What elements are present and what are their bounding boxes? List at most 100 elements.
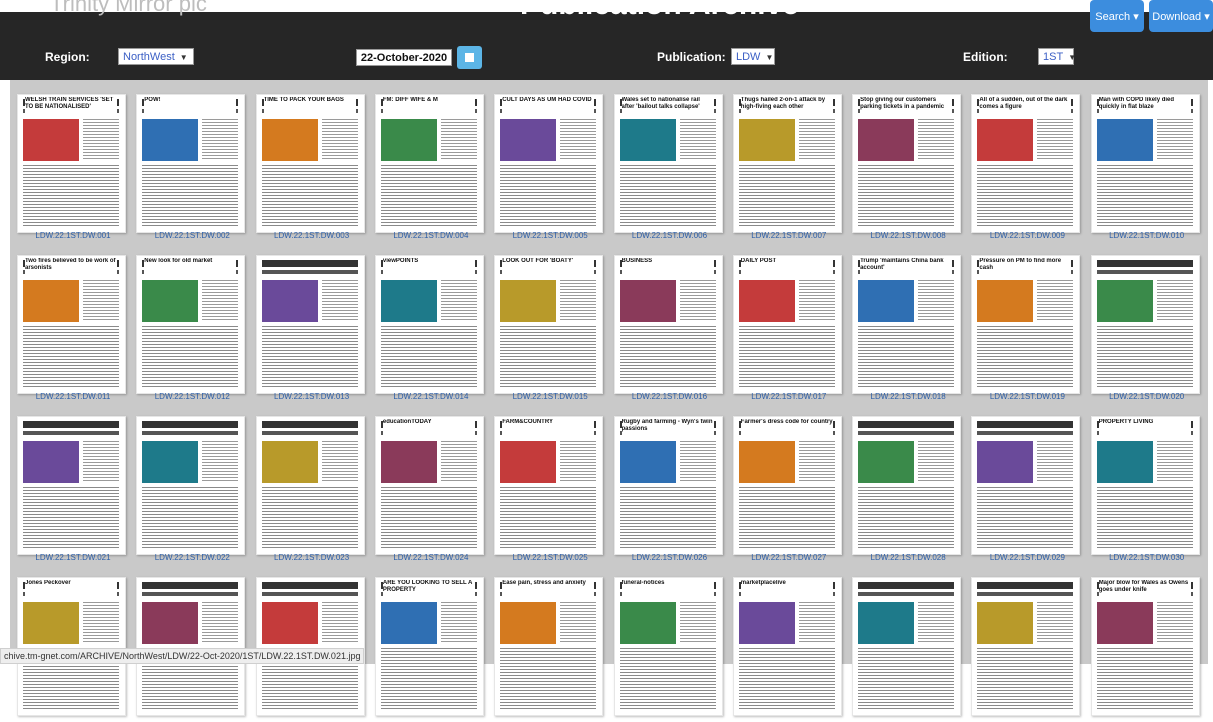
page-thumbnail-label[interactable]: LDW.22.1ST.DW.013 [256,392,368,401]
page-thumbnail-image[interactable] [255,577,365,716]
page-thumbnail[interactable]: CULT DAYS AS UM HAD COVID LDW.22.1ST.DW.0… [494,94,606,240]
page-thumbnail[interactable]: Farmer's dress code for country LDW.22.1S… [732,416,845,562]
page-thumbnail-image[interactable] [1090,255,1200,394]
page-thumbnail-label[interactable]: LDW.22.1ST.DW.024 [375,553,487,562]
page-thumbnail-image[interactable]: Jones Peckover [17,577,126,716]
page-thumbnail-label[interactable]: LDW.22.1ST.DW.007 [733,231,845,240]
page-thumbnail-image[interactable]: TIME TO PACK YOUR BAGS [255,94,365,233]
publication-select[interactable]: LDW ▼ [731,48,775,65]
page-thumbnail-image[interactable]: funeral-notices [613,577,723,716]
page-thumbnail-label[interactable]: LDW.22.1ST.DW.028 [852,553,964,562]
region-select[interactable]: NorthWest ▼ [118,48,194,65]
page-thumbnail-label[interactable]: LDW.22.1ST.DW.019 [971,392,1083,401]
page-thumbnail[interactable]: FARM&COUNTRY LDW.22.1ST.DW.025 [494,416,606,562]
page-thumbnail[interactable]: Wales set to nationalise rail after 'bai… [613,94,726,240]
search-button[interactable]: Search ▾ [1090,0,1144,32]
page-thumbnail-image[interactable]: educationTODAY [374,416,484,555]
page-thumbnail[interactable]: marketplacelive [732,577,845,722]
page-thumbnail-label[interactable]: LDW.22.1ST.DW.026 [614,553,726,562]
page-thumbnail-image[interactable]: Stop giving our customers parking ticket… [852,94,962,233]
page-thumbnail-image[interactable]: ARE YOU LOOKING TO SELL A PROPERTY [374,577,484,716]
page-thumbnail-image[interactable] [971,577,1081,716]
page-thumbnail[interactable]: Rugby and farming - Wyn's twin passions L… [613,416,726,562]
edition-select[interactable]: 1ST ▼ [1038,48,1076,65]
page-thumbnail-image[interactable]: Two fires believed to be work of arsonis… [17,255,126,394]
page-thumbnail-label[interactable]: LDW.22.1ST.DW.009 [971,231,1083,240]
page-thumbnail[interactable]: Trump 'maintains China bank account' LDW.… [852,255,964,401]
page-thumbnail[interactable]: funeral-notices [613,577,726,722]
page-thumbnail-label[interactable]: LDW.22.1ST.DW.010 [1091,231,1203,240]
page-thumbnail-image[interactable]: Pressure on PM to find more cash [971,255,1081,394]
page-thumbnail-label[interactable]: LDW.22.1ST.DW.006 [614,231,726,240]
page-thumbnail-image[interactable] [255,416,365,555]
page-thumbnail-image[interactable]: All of a sudden, out of the dark comes a… [971,94,1081,233]
page-thumbnail-label[interactable]: LDW.22.1ST.DW.002 [136,231,248,240]
page-thumbnail[interactable]: FM: DIFF WIFE & M LDW.22.1ST.DW.004 [374,94,487,240]
page-thumbnail-label[interactable]: LDW.22.1ST.DW.022 [136,553,248,562]
page-thumbnail-label[interactable]: LDW.22.1ST.DW.030 [1091,553,1203,562]
page-thumbnail-image[interactable]: PROPERTY LIVING [1090,416,1200,555]
page-thumbnail-image[interactable]: BUSINESS [613,255,723,394]
page-thumbnail-image[interactable] [17,416,126,555]
page-thumbnail-image[interactable] [971,416,1081,555]
page-thumbnail-image[interactable] [136,577,246,716]
page-thumbnail[interactable]: LDW.22.1ST.DW.028 [852,416,964,562]
page-thumbnail-image[interactable]: New look for old market [136,255,246,394]
page-thumbnail-image[interactable]: Farmer's dress code for country [732,416,842,555]
page-thumbnail[interactable]: Thugs hailed 2-on-1 attack by high-fivin… [732,94,845,240]
page-thumbnail[interactable]: Major blow for Wales as Owens goes under… [1090,577,1203,722]
page-thumbnail[interactable]: LDW.22.1ST.DW.022 [136,416,248,562]
page-thumbnail[interactable]: educationTODAY LDW.22.1ST.DW.024 [374,416,487,562]
page-thumbnail-image[interactable]: Rugby and farming - Wyn's twin passions [613,416,723,555]
page-thumbnail-image[interactable]: Man with COPD likely died quickly in fla… [1090,94,1200,233]
page-thumbnail-image[interactable]: Major blow for Wales as Owens goes under… [1090,577,1200,716]
page-thumbnail-image[interactable]: Ease pain, stress and anxiety [494,577,604,716]
page-thumbnail-image[interactable]: Trump 'maintains China bank account' [852,255,962,394]
page-thumbnail-label[interactable]: LDW.22.1ST.DW.014 [375,392,487,401]
page-thumbnail[interactable]: ARE YOU LOOKING TO SELL A PROPERTY [374,577,487,722]
page-thumbnail[interactable] [971,577,1083,722]
page-thumbnail[interactable]: viewPOINTS LDW.22.1ST.DW.014 [374,255,487,401]
page-thumbnail[interactable]: POW! LDW.22.1ST.DW.002 [136,94,248,240]
page-thumbnail[interactable]: All of a sudden, out of the dark comes a… [971,94,1083,240]
page-thumbnail[interactable]: LDW.22.1ST.DW.029 [971,416,1083,562]
download-button[interactable]: Download ▾ [1149,0,1213,32]
page-thumbnail-label[interactable]: LDW.22.1ST.DW.008 [852,231,964,240]
page-thumbnail[interactable]: DAILY POST LDW.22.1ST.DW.017 [732,255,845,401]
page-thumbnail[interactable]: LDW.22.1ST.DW.013 [255,255,368,401]
page-thumbnail[interactable]: Man with COPD likely died quickly in fla… [1090,94,1203,240]
page-thumbnail[interactable]: Stop giving our customers parking ticket… [852,94,964,240]
page-thumbnail-image[interactable]: FARM&COUNTRY [494,416,604,555]
calendar-button[interactable] [457,46,482,69]
page-thumbnail[interactable]: TIME TO PACK YOUR BAGS LDW.22.1ST.DW.003 [255,94,368,240]
page-thumbnail-image[interactable] [852,416,962,555]
page-thumbnail-image[interactable]: marketplacelive [732,577,842,716]
page-thumbnail-image[interactable]: Wales set to nationalise rail after 'bai… [613,94,723,233]
page-thumbnail-image[interactable]: LOOK OUT FOR 'BOATY' [494,255,604,394]
page-thumbnail[interactable]: WELSH TRAIN SERVICES 'SET TO BE NATIONAL… [17,94,129,240]
page-thumbnail-label[interactable]: LDW.22.1ST.DW.004 [375,231,487,240]
page-thumbnail-image[interactable] [255,255,365,394]
page-thumbnail-image[interactable]: viewPOINTS [374,255,484,394]
page-thumbnail-image[interactable] [852,577,962,716]
page-thumbnail-label[interactable]: LDW.22.1ST.DW.025 [494,553,606,562]
page-thumbnail-label[interactable]: LDW.22.1ST.DW.029 [971,553,1083,562]
page-thumbnail[interactable]: Ease pain, stress and anxiety [494,577,606,722]
page-thumbnail-label[interactable]: LDW.22.1ST.DW.017 [733,392,845,401]
page-thumbnail[interactable]: LDW.22.1ST.DW.023 [255,416,368,562]
page-thumbnail[interactable]: PROPERTY LIVING LDW.22.1ST.DW.030 [1090,416,1203,562]
page-thumbnail[interactable]: LOOK OUT FOR 'BOATY' LDW.22.1ST.DW.015 [494,255,606,401]
page-thumbnail[interactable]: Two fires believed to be work of arsonis… [17,255,129,401]
date-input[interactable]: 22-October-2020 [356,49,452,66]
page-thumbnail-image[interactable]: CULT DAYS AS UM HAD COVID [494,94,604,233]
page-thumbnail[interactable]: BUSINESS LDW.22.1ST.DW.016 [613,255,726,401]
page-thumbnail[interactable]: LDW.22.1ST.DW.020 [1090,255,1203,401]
page-thumbnail-label[interactable]: LDW.22.1ST.DW.023 [256,553,368,562]
page-thumbnail-label[interactable]: LDW.22.1ST.DW.018 [852,392,964,401]
page-thumbnail[interactable] [852,577,964,722]
page-thumbnail-label[interactable]: LDW.22.1ST.DW.027 [733,553,845,562]
page-thumbnail-image[interactable]: WELSH TRAIN SERVICES 'SET TO BE NATIONAL… [17,94,126,233]
page-thumbnail-image[interactable]: DAILY POST [732,255,842,394]
page-thumbnail-label[interactable]: LDW.22.1ST.DW.016 [614,392,726,401]
page-thumbnail-image[interactable]: Thugs hailed 2-on-1 attack by high-fivin… [732,94,842,233]
